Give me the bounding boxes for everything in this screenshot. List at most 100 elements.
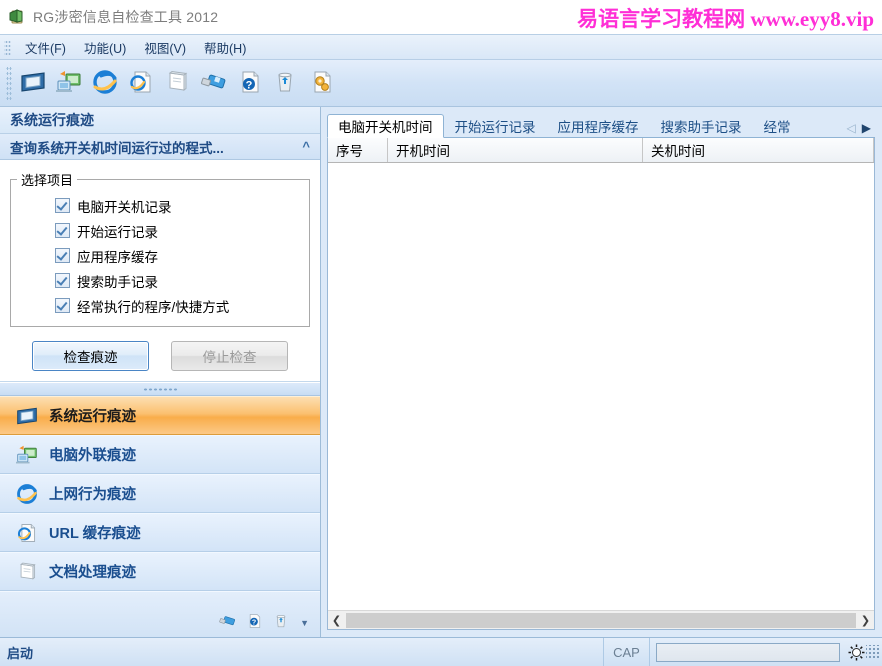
toolbar-button-help[interactable]: ? [231,63,267,103]
toolbar-drag-grip[interactable] [6,66,12,100]
help-question-icon[interactable]: ? [244,611,264,631]
menu-function[interactable]: 功能(U) [75,36,135,59]
menu-help[interactable]: 帮助(H) [195,36,255,59]
sidebar-nav-list: 系统运行痕迹 电脑外联痕迹 上网行为痕迹 URL 缓存痕迹 文档处理痕迹 ? ▼ [0,396,320,637]
grid-column-power-on-time[interactable]: 开机时间 [388,138,643,162]
help-question-icon: ? [235,69,263,98]
toolbar-button-usb-traces[interactable] [195,63,231,103]
watermark-text: 易语言学习教程网 www.eyy8.vip [577,7,874,31]
usb-drive-icon [199,69,227,98]
sidebar-item-label: 文档处理痕迹 [49,565,136,581]
tab-power-times[interactable]: 电脑开关机时间 [327,114,444,138]
grid-horizontal-scrollbar[interactable]: ❮ ❯ [328,610,874,629]
scroll-thumb[interactable] [346,612,856,628]
checkbox-row-power-records[interactable]: 电脑开关机记录 [17,193,303,218]
checkbox-search-assistant[interactable] [55,273,70,288]
scroll-left-icon[interactable]: ❮ [328,611,345,629]
checkbox-label-run-records: 开始运行记录 [77,224,158,240]
sidebar-splitter[interactable] [0,382,320,396]
sidebar-header: 系统运行痕迹 [0,107,320,134]
toolbar-button-system-traces[interactable] [15,63,51,103]
status-bar: 启动 CAP [0,637,882,666]
application-window: RG涉密信息自检查工具 2012 易语言学习教程网 www.eyy8.vip 文… [0,0,882,666]
stop-scan-button: 停止检查 [171,341,288,371]
menu-drag-grip[interactable] [4,39,11,55]
tab-scroll-left-icon[interactable]: ◁ [847,122,856,134]
sidebar-item-label: URL 缓存痕迹 [49,526,141,542]
ie-page-icon [127,69,155,98]
checkbox-app-cache[interactable] [55,248,70,263]
grid-column-power-off-time[interactable]: 关机时间 [643,138,874,162]
toolbar-button-search-settings[interactable] [303,63,339,103]
svg-text:?: ? [252,620,256,627]
tab-frequent-programs[interactable]: 经常 [753,114,802,137]
resize-grip-icon[interactable] [866,645,880,659]
checkbox-row-search-assistant[interactable]: 搜索助手记录 [17,268,303,293]
grid-body[interactable] [328,163,874,610]
svg-text:?: ? [246,79,253,91]
status-cap-indicator: CAP [604,638,650,666]
checkbox-row-app-cache[interactable]: 应用程序缓存 [17,243,303,268]
toolbar-button-url-cache[interactable] [123,63,159,103]
network-computers-icon [55,69,83,98]
app-shield-icon [8,8,26,26]
monitor-window-icon [19,69,47,98]
sidebar-item-url-cache-traces[interactable]: URL 缓存痕迹 [0,513,320,552]
toolbar-button-network-traces[interactable] [51,63,87,103]
sunburst-icon[interactable] [846,642,866,662]
menu-view[interactable]: 视图(V) [135,36,195,59]
checkbox-label-power-records: 电脑开关机记录 [77,199,172,215]
checkbox-label-search-assistant: 搜索助手记录 [77,274,158,290]
ie-page-icon [14,520,40,546]
action-button-row: 检查痕迹 停止检查 [10,341,310,371]
tab-run-records[interactable]: 开始运行记录 [444,114,547,137]
monitor-window-icon [14,403,40,429]
sidebar: 系统运行痕迹 查询系统开关机时间运行过的程式... ^ 选择项目 电脑开关机记录… [0,107,321,637]
internet-explorer-icon [91,69,119,98]
checkbox-frequent-programs[interactable] [55,298,70,313]
internet-explorer-icon [14,481,40,507]
sidebar-item-network-traces[interactable]: 电脑外联痕迹 [0,435,320,474]
notepad-document-icon [14,559,40,585]
sidebar-item-label: 系统运行痕迹 [49,409,136,425]
status-progress-bar [656,642,840,662]
title-bar: RG涉密信息自检查工具 2012 易语言学习教程网 www.eyy8.vip [0,0,882,34]
sidebar-subheader[interactable]: 查询系统开关机时间运行过的程式... ^ [0,134,320,160]
recycle-bin-icon[interactable] [271,611,291,631]
sidebar-footer-bar: ? ▼ [0,591,320,637]
tab-search-assistant[interactable]: 搜索助手记录 [650,114,753,137]
recycle-bin-icon [271,69,299,98]
tab-app-cache[interactable]: 应用程序缓存 [547,114,650,137]
checkbox-row-frequent-programs[interactable]: 经常执行的程序/快捷方式 [17,293,303,318]
status-message: 启动 [0,638,604,666]
menu-file[interactable]: 文件(F) [16,36,75,59]
checkbox-run-records[interactable] [55,223,70,238]
grid-header-row: 序号 开机时间 关机时间 [328,138,874,163]
scroll-right-icon[interactable]: ❯ [857,611,874,629]
sidebar-item-document-traces[interactable]: 文档处理痕迹 [0,552,320,591]
select-items-groupbox: 选择项目 电脑开关机记录 开始运行记录 应用程序缓存 搜索助手记录 经常执行的程… [10,170,310,327]
checkbox-power-records[interactable] [55,198,70,213]
usb-drive-icon[interactable] [217,611,237,631]
chevron-down-icon[interactable]: ▼ [298,618,312,631]
toolbar-button-recycle-bin[interactable] [267,63,303,103]
notepad-document-icon [163,69,191,98]
results-grid: 序号 开机时间 关机时间 ❮ ❯ [327,138,875,630]
tab-strip: 电脑开关机时间 开始运行记录 应用程序缓存 搜索助手记录 经常 ◁ ▶ [327,113,875,138]
grid-column-index[interactable]: 序号 [328,138,388,162]
chevron-up-icon[interactable]: ^ [302,139,314,154]
scan-traces-button[interactable]: 检查痕迹 [32,341,149,371]
tab-scroll-right-icon[interactable]: ▶ [862,122,871,134]
checkbox-label-frequent-programs: 经常执行的程序/快捷方式 [77,299,230,315]
search-gear-icon [307,69,335,98]
sidebar-subheader-label: 查询系统开关机时间运行过的程式... [10,140,224,156]
checkbox-row-run-records[interactable]: 开始运行记录 [17,218,303,243]
sidebar-options-panel: 选择项目 电脑开关机记录 开始运行记录 应用程序缓存 搜索助手记录 经常执行的程… [0,160,320,382]
sidebar-item-internet-traces[interactable]: 上网行为痕迹 [0,474,320,513]
sidebar-item-system-traces[interactable]: 系统运行痕迹 [0,396,320,435]
toolbar-button-internet-traces[interactable] [87,63,123,103]
toolbar-button-document-traces[interactable] [159,63,195,103]
menu-bar: 文件(F) 功能(U) 视图(V) 帮助(H) [0,34,882,60]
sidebar-item-label: 电脑外联痕迹 [49,448,136,464]
sidebar-item-label: 上网行为痕迹 [49,487,136,503]
